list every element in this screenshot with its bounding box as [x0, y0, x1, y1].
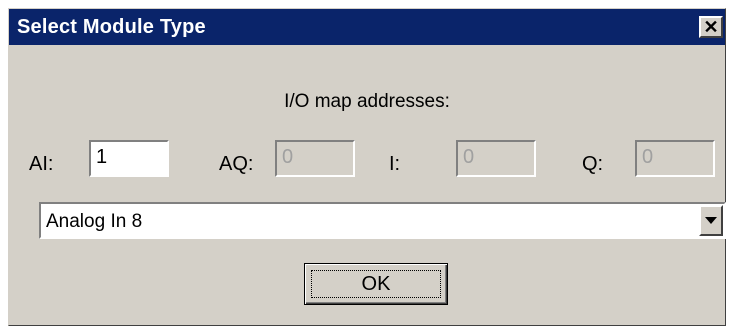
ai-label: AI:	[29, 153, 54, 175]
q-address-input: 0	[635, 140, 715, 177]
i-address-input: 0	[456, 140, 536, 177]
dropdown-button[interactable]	[699, 205, 723, 236]
close-icon: ✕	[703, 17, 719, 37]
ai-address-input[interactable]: 1	[89, 140, 169, 177]
module-type-select[interactable]: Analog In 8	[39, 202, 726, 239]
i-label: I:	[389, 153, 401, 175]
select-module-type-dialog: Select Module Type ✕ I/O map addresses: …	[8, 8, 726, 326]
ok-button-label: OK	[311, 270, 441, 298]
close-button[interactable]: ✕	[699, 16, 723, 38]
ok-button[interactable]: OK	[304, 263, 448, 305]
chevron-down-icon	[705, 217, 717, 224]
aq-label: AQ:	[219, 153, 254, 175]
dialog-title: Select Module Type	[17, 16, 206, 38]
io-map-caption: I/O map addresses:	[284, 91, 450, 112]
q-label: Q:	[582, 153, 604, 175]
module-type-selected: Analog In 8	[46, 211, 143, 232]
aq-address-input: 0	[275, 140, 355, 177]
title-bar[interactable]: Select Module Type ✕	[9, 9, 725, 45]
